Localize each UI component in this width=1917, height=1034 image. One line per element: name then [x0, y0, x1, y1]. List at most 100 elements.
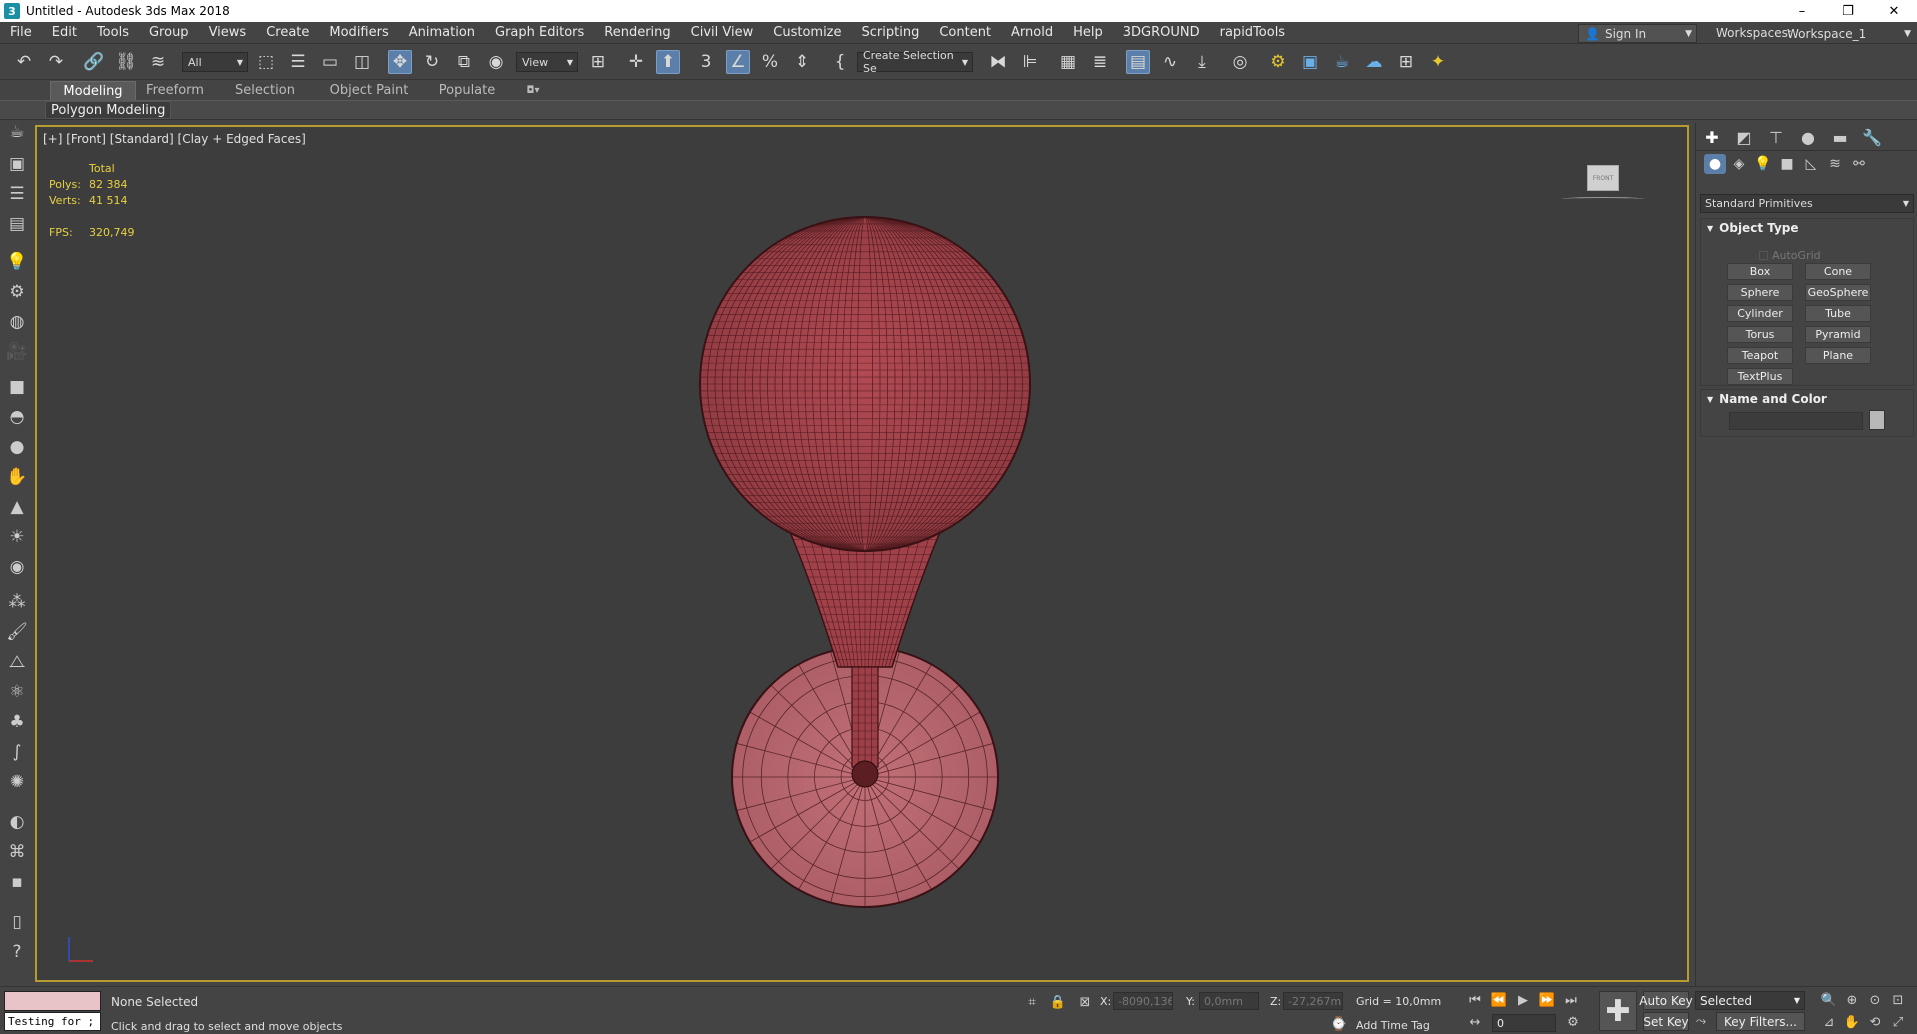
zoom-all-icon[interactable]: ⊕	[1843, 991, 1861, 1009]
angle-snap-icon[interactable]: ∠	[726, 50, 750, 74]
workspace-dropdown[interactable]: Workspace_1 ▼	[1783, 24, 1913, 43]
box-primitive-icon[interactable]: ■	[5, 375, 29, 399]
y-coordinate-field[interactable]: 0,0mm	[1199, 992, 1259, 1010]
light-bulb-icon[interactable]: 💡	[5, 250, 29, 274]
add-time-tag[interactable]: Add Time Tag	[1356, 1019, 1430, 1032]
cone-button[interactable]: Cone	[1805, 263, 1871, 280]
time-tag-icon[interactable]: ⌚	[1330, 1015, 1348, 1033]
create-tab-icon[interactable]: ✚	[1700, 126, 1724, 148]
menu-scripting[interactable]: Scripting	[852, 25, 930, 40]
snaps-toggle-icon[interactable]: 3	[694, 50, 718, 74]
restore-button[interactable]: ❐	[1825, 0, 1871, 22]
named-selection-dropdown[interactable]: Create Selection Se ▼	[857, 49, 973, 75]
previous-frame-icon[interactable]: ⏪	[1490, 991, 1508, 1009]
menu-content[interactable]: Content	[929, 25, 1001, 40]
sign-in-dropdown[interactable]: 👤 Sign In ▼	[1578, 24, 1697, 43]
dome-primitive-icon[interactable]: ◓	[5, 405, 29, 429]
sphere-button[interactable]: Sphere	[1727, 284, 1793, 301]
field-of-view-icon[interactable]: ⊿	[1820, 1013, 1838, 1031]
polygon-modeling-button[interactable]: Polygon Modeling	[45, 101, 172, 119]
menu-customize[interactable]: Customize	[763, 25, 851, 40]
tab-selection[interactable]: Selection	[230, 81, 300, 100]
menu-rendering[interactable]: Rendering	[594, 25, 680, 40]
paint-brush-icon[interactable]: 🖌	[5, 620, 29, 644]
selection-lock-icon[interactable]: 🔒	[1049, 993, 1067, 1011]
reference-coordinate-dropdown[interactable]: View ▼	[516, 52, 578, 72]
menu-group[interactable]: Group	[139, 25, 199, 40]
menu-views[interactable]: Views	[199, 25, 257, 40]
custom-script-icon[interactable]: ✦	[1426, 50, 1450, 74]
pyramid-button[interactable]: Pyramid	[1805, 326, 1871, 343]
tab-object-paint[interactable]: Object Paint	[324, 81, 414, 100]
lights-category-icon[interactable]: 💡	[1752, 154, 1774, 174]
menu-rapidtools[interactable]: rapidTools	[1210, 25, 1295, 40]
render-setup-icon[interactable]: ⚙	[1266, 50, 1290, 74]
edit-named-selection-icon[interactable]: {	[828, 50, 852, 74]
next-frame-icon[interactable]: ⏩	[1538, 991, 1556, 1009]
cone-primitive-icon[interactable]: ▲	[5, 495, 29, 519]
object-name-field[interactable]	[1729, 412, 1863, 430]
plane-button[interactable]: Plane	[1805, 347, 1871, 364]
menu-3dground[interactable]: 3DGROUND	[1113, 25, 1210, 40]
menu-animation[interactable]: Animation	[399, 25, 485, 40]
globe-icon[interactable]: ◐	[5, 810, 29, 834]
material-sphere-icon[interactable]: ◉	[5, 555, 29, 579]
autogrid-checkbox[interactable]: AutoGrid	[1759, 249, 1821, 262]
zoom-extents-icon[interactable]: ⊙	[1866, 991, 1884, 1009]
utilities-tab-icon[interactable]: 🔧	[1860, 126, 1884, 148]
key-mode-toggle-icon[interactable]: ↔	[1466, 1013, 1484, 1031]
balloon-lamp-model[interactable]	[37, 127, 1687, 980]
minimize-button[interactable]: –	[1779, 0, 1825, 22]
redo-icon[interactable]: ↷	[44, 50, 68, 74]
box-button[interactable]: Box	[1727, 263, 1793, 280]
file-icon[interactable]: ▯	[5, 910, 29, 934]
absolute-mode-icon[interactable]: ⊠	[1076, 993, 1094, 1011]
teapot-icon[interactable]: ☕	[5, 120, 29, 144]
motion-tab-icon[interactable]: ●	[1796, 126, 1820, 148]
modify-tab-icon[interactable]: ◩	[1732, 126, 1756, 148]
space-warps-category-icon[interactable]: ≋	[1824, 154, 1846, 174]
bind-space-warp-icon[interactable]: ≋	[146, 50, 170, 74]
maxscript-input[interactable]: Testing for ;	[4, 1012, 101, 1031]
link-icon[interactable]: 🔗	[82, 50, 106, 74]
select-and-rotate-icon[interactable]: ↻	[420, 50, 444, 74]
object-type-header[interactable]: ▼ Object Type	[1701, 219, 1913, 237]
close-button[interactable]: ✕	[1871, 0, 1917, 22]
shapes-category-icon[interactable]: ◈	[1728, 154, 1750, 174]
key-filters-button[interactable]: Key Filters...	[1716, 1012, 1805, 1031]
default-in-out-tangents-icon[interactable]: ⤳	[1692, 1012, 1710, 1030]
schematic-view-icon[interactable]: ⤓	[1190, 50, 1214, 74]
sphere-primitive-icon[interactable]: ●	[5, 435, 29, 459]
ribbon-toggle-icon[interactable]: ▤	[1126, 50, 1150, 74]
menu-civil-view[interactable]: Civil View	[681, 25, 764, 40]
viewport-front[interactable]: [+] [Front] [Standard] [Clay + Edged Fac…	[35, 125, 1689, 982]
layer-explorer-icon[interactable]: ≣	[1088, 50, 1112, 74]
curve-editor-icon[interactable]: ∿	[1158, 50, 1182, 74]
orbit-icon[interactable]: ⟲	[1866, 1013, 1884, 1031]
list-panel-icon[interactable]: ☰	[5, 182, 29, 206]
hierarchy-tab-icon[interactable]: ⊤	[1764, 126, 1788, 148]
menu-edit[interactable]: Edit	[42, 25, 87, 40]
align-icon[interactable]: ⊫	[1018, 50, 1042, 74]
select-and-place-icon[interactable]: ◉	[484, 50, 508, 74]
spinner-snap-icon[interactable]: ⇕	[790, 50, 814, 74]
play-icon[interactable]: ▶	[1514, 991, 1532, 1009]
torus-button[interactable]: Torus	[1727, 326, 1793, 343]
material-editor-icon[interactable]: ◎	[1228, 50, 1252, 74]
select-by-name-icon[interactable]: ☰	[286, 50, 310, 74]
tab-populate[interactable]: Populate	[432, 81, 502, 100]
menu-file[interactable]: File	[0, 25, 42, 40]
pan-hand-icon[interactable]: ✋	[1843, 1013, 1861, 1031]
tab-modeling[interactable]: Modeling	[50, 81, 136, 100]
ribbon-options-icon[interactable]: ◘▾	[518, 81, 548, 100]
geometry-category-icon[interactable]: ●	[1704, 154, 1726, 174]
primitive-category-dropdown[interactable]: Standard Primitives ▼	[1700, 194, 1914, 213]
go-to-start-icon[interactable]: ⏮	[1466, 991, 1484, 1009]
zoom-extents-all-icon[interactable]: ⊡	[1889, 991, 1907, 1009]
menu-help[interactable]: Help	[1063, 25, 1113, 40]
key-mode-dropdown[interactable]: Selected ▼	[1695, 991, 1805, 1010]
menu-graph-editors[interactable]: Graph Editors	[485, 25, 594, 40]
time-configuration-icon[interactable]: ⚙	[1564, 1013, 1582, 1031]
cameras-category-icon[interactable]: ■	[1776, 154, 1798, 174]
rendered-frame-window-icon[interactable]: ▣	[1298, 50, 1322, 74]
